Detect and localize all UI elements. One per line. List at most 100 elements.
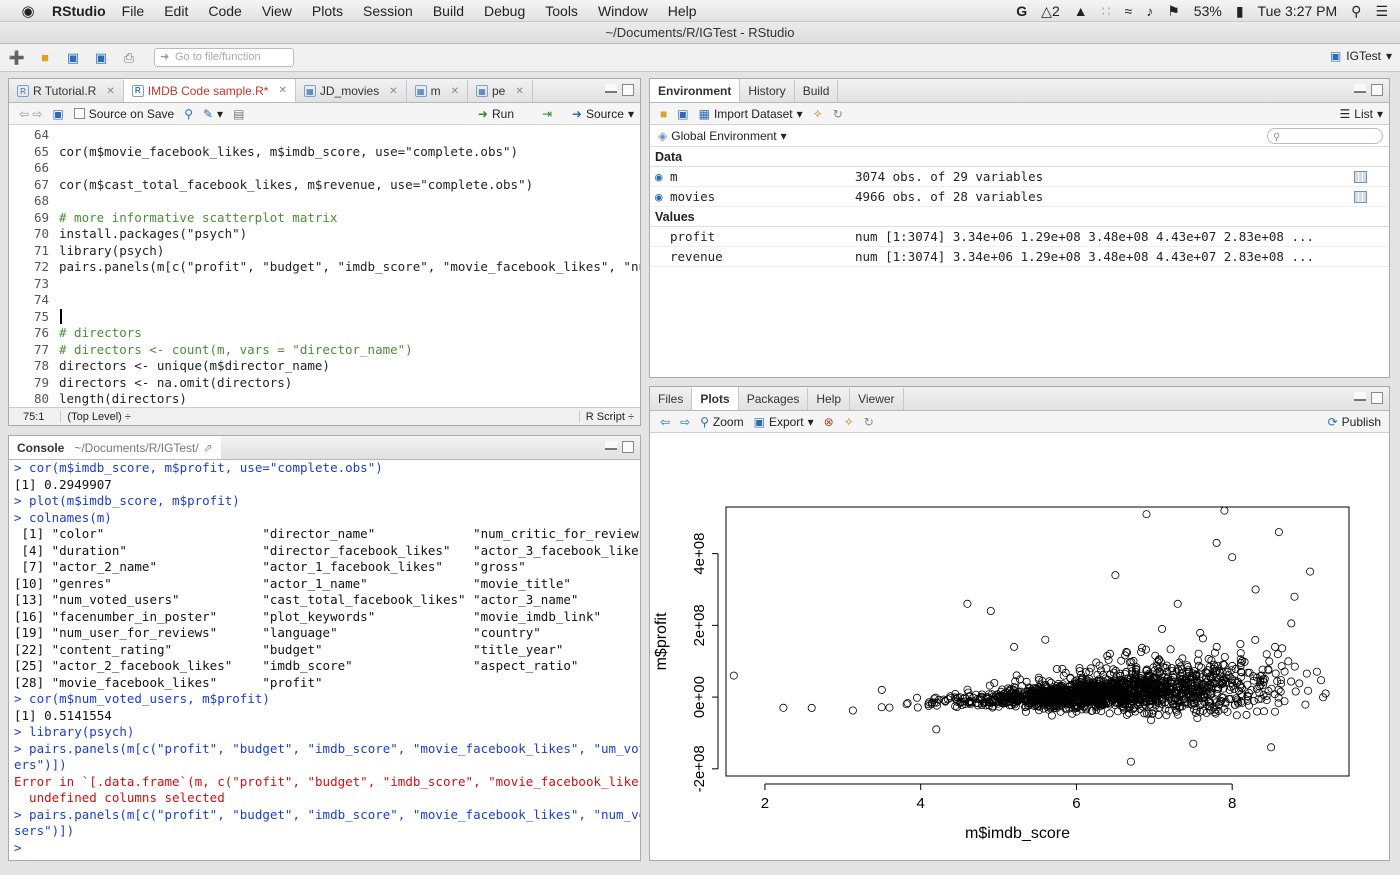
next-plot-icon[interactable]: ⇨ bbox=[680, 415, 690, 429]
code-line[interactable] bbox=[59, 127, 640, 144]
tab-environment[interactable]: Environment bbox=[650, 79, 741, 102]
source-button[interactable]: ➜ Source ▾ bbox=[572, 107, 634, 121]
code-line[interactable] bbox=[59, 309, 640, 326]
go-to-dir-icon[interactable]: ⇗ bbox=[203, 441, 213, 455]
wifi-icon[interactable]: ≈ bbox=[1125, 3, 1133, 19]
scope-selector[interactable]: (Top Level) ÷ bbox=[60, 410, 131, 423]
new-file-icon[interactable]: ➕ bbox=[6, 49, 28, 67]
close-icon[interactable]: ✕ bbox=[389, 86, 397, 97]
close-icon[interactable]: ✕ bbox=[106, 86, 114, 97]
load-workspace-icon[interactable]: ■ bbox=[660, 107, 667, 121]
env-row-m[interactable]: ◉ m 3074 obs. of 29 variables bbox=[650, 167, 1389, 187]
code-text[interactable]: cor(m$movie_facebook_likes, m$imdb_score… bbox=[59, 127, 640, 409]
open-folder-icon[interactable]: ■ bbox=[34, 49, 56, 67]
tab-history[interactable]: History bbox=[740, 80, 795, 102]
refresh-icon[interactable]: ↻ bbox=[833, 107, 843, 121]
menu-help[interactable]: Help bbox=[668, 3, 697, 19]
tab-packages[interactable]: Packages bbox=[739, 388, 809, 410]
close-icon[interactable]: ✕ bbox=[451, 86, 459, 97]
minimize-icon[interactable] bbox=[605, 441, 617, 450]
tab-m[interactable]: ▦ m ✕ bbox=[407, 80, 468, 102]
broom-icon[interactable]: ✧ bbox=[844, 415, 854, 429]
battery-percent[interactable]: 53% bbox=[1194, 3, 1222, 19]
menu-list-icon[interactable]: ☰ bbox=[1375, 3, 1388, 20]
grammarly-icon[interactable]: G bbox=[1016, 3, 1027, 19]
code-line[interactable]: directors <- unique(m$director_name) bbox=[59, 358, 640, 375]
code-line[interactable] bbox=[59, 160, 640, 177]
code-line[interactable]: library(psych) bbox=[59, 243, 640, 260]
code-editor[interactable]: 64 65 66 67 68 69 70 71 72 73 74 75 76 77 78 79 80 cor(m… bbox=[9, 127, 640, 409]
clock[interactable]: Tue 3:27 PM bbox=[1258, 3, 1338, 19]
tab-build[interactable]: Build bbox=[795, 80, 839, 102]
tab-imdb-code[interactable]: R IMDB Code sample.R* ✕ bbox=[123, 79, 296, 102]
minimize-icon[interactable] bbox=[1354, 84, 1366, 93]
menu-plots[interactable]: Plots bbox=[312, 3, 343, 19]
maximize-icon[interactable] bbox=[622, 441, 634, 453]
adobe-icon[interactable]: △2 bbox=[1041, 3, 1060, 20]
apple-icon[interactable]: ◉ bbox=[18, 2, 38, 20]
code-line[interactable]: cor(m$movie_facebook_likes, m$imdb_score… bbox=[59, 144, 640, 161]
minimize-icon[interactable] bbox=[605, 84, 617, 93]
code-line[interactable]: cor(m$cast_total_facebook_likes, m$reven… bbox=[59, 177, 640, 194]
env-row-revenue[interactable]: revenue num [1:3074] 3.34e+06 1.29e+08 3.… bbox=[650, 247, 1389, 267]
rerun-icon[interactable]: ⇥ bbox=[542, 107, 552, 121]
run-button[interactable]: ➜ Run bbox=[478, 107, 514, 121]
menu-window[interactable]: Window bbox=[598, 3, 648, 19]
tab-files[interactable]: Files bbox=[650, 388, 693, 410]
code-line[interactable] bbox=[59, 292, 640, 309]
compile-report-icon[interactable]: ▤ bbox=[233, 107, 244, 121]
code-line[interactable] bbox=[59, 193, 640, 210]
tab-help[interactable]: Help bbox=[808, 388, 851, 410]
maximize-icon[interactable] bbox=[1371, 392, 1383, 404]
import-dataset-button[interactable]: ▦ Import Dataset ▾ bbox=[699, 107, 803, 121]
menu-build[interactable]: Build bbox=[433, 3, 464, 19]
code-line[interactable]: length(directors) bbox=[59, 391, 640, 408]
search-icon[interactable]: ⚲ bbox=[184, 107, 193, 121]
tab-console[interactable]: Console ~/Documents/R/IGTest/ ⇗ bbox=[9, 436, 221, 459]
project-menu[interactable]: ▣ IGTest ▾ bbox=[1330, 49, 1392, 63]
environment-scope-selector[interactable]: ◈ Global Environment ▾ bbox=[658, 129, 787, 143]
file-type-selector[interactable]: R Script ÷ bbox=[578, 410, 634, 423]
code-line[interactable]: # directors bbox=[59, 325, 640, 342]
save-icon[interactable]: ▣ bbox=[62, 49, 84, 67]
close-icon[interactable]: ✕ bbox=[515, 86, 523, 97]
bluetooth-icon[interactable]: ∷ bbox=[1102, 3, 1111, 20]
zoom-button[interactable]: ⚲ Zoom bbox=[700, 415, 743, 429]
remove-plot-icon[interactable]: ⊗ bbox=[824, 415, 834, 429]
save-icon[interactable]: ▣ bbox=[52, 107, 63, 121]
publish-button[interactable]: ⟳ Publish bbox=[1328, 415, 1381, 429]
menu-tools[interactable]: Tools bbox=[545, 3, 578, 19]
menu-edit[interactable]: Edit bbox=[164, 3, 188, 19]
minimize-icon[interactable] bbox=[1354, 392, 1366, 401]
close-icon[interactable]: ✕ bbox=[278, 85, 286, 96]
volume-icon[interactable]: ♪ bbox=[1146, 3, 1153, 19]
maximize-icon[interactable] bbox=[1371, 84, 1383, 96]
export-button[interactable]: ▣ Export ▾ bbox=[754, 415, 814, 429]
back-arrow-icon[interactable]: ⇦ ⇨ bbox=[19, 107, 42, 121]
code-line[interactable]: directors <- na.omit(directors) bbox=[59, 375, 640, 392]
expand-icon[interactable]: ◉ bbox=[655, 167, 663, 187]
code-line[interactable]: # more informative scatterplot matrix bbox=[59, 210, 640, 227]
maximize-icon[interactable] bbox=[622, 84, 634, 96]
magic-wand-icon[interactable]: ✎ ▾ bbox=[203, 107, 223, 121]
console-output[interactable]: > cor(m$imdb_score, m$profit, use="compl… bbox=[9, 460, 640, 860]
env-row-movies[interactable]: ◉ movies 4966 obs. of 28 variables bbox=[650, 187, 1389, 207]
menu-view[interactable]: View bbox=[262, 3, 292, 19]
environment-search-input[interactable]: ⚲ bbox=[1267, 128, 1383, 144]
view-table-icon[interactable] bbox=[1354, 191, 1367, 203]
menu-session[interactable]: Session bbox=[363, 3, 413, 19]
goto-file-input[interactable]: ➜ Go to file/function bbox=[154, 48, 294, 67]
view-mode-selector[interactable]: ☰ List ▾ bbox=[1340, 107, 1383, 121]
code-line[interactable]: # directors <- count(m, vars = "director… bbox=[59, 342, 640, 359]
menu-code[interactable]: Code bbox=[208, 3, 241, 19]
drive-icon[interactable]: ▲ bbox=[1074, 3, 1088, 19]
env-row-profit[interactable]: profit num [1:3074] 3.34e+06 1.29e+08 3.4… bbox=[650, 227, 1389, 247]
refresh-icon[interactable]: ↻ bbox=[864, 415, 874, 429]
tab-r-tutorial[interactable]: R R Tutorial.R ✕ bbox=[9, 80, 124, 102]
menu-debug[interactable]: Debug bbox=[484, 3, 525, 19]
tab-pe[interactable]: ▦ pe ✕ bbox=[468, 80, 533, 102]
flag-icon[interactable]: ⚑ bbox=[1167, 3, 1180, 20]
menu-file[interactable]: File bbox=[122, 3, 145, 19]
code-line[interactable]: install.packages("psych") bbox=[59, 226, 640, 243]
app-menu[interactable]: RStudio bbox=[52, 3, 106, 19]
